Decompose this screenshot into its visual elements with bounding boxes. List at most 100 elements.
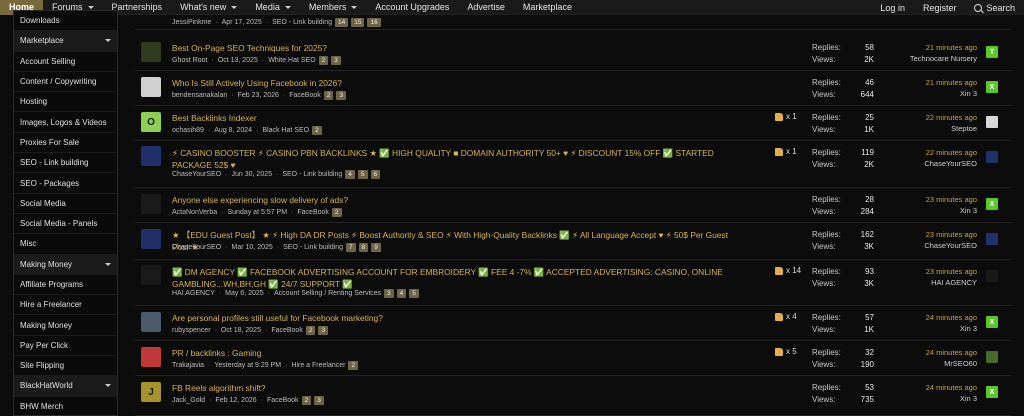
thread-title[interactable]: Are personal profiles still useful for F… <box>172 312 742 324</box>
chevron-down-icon[interactable] <box>105 384 111 388</box>
thread-title[interactable]: Best On-Page SEO Techniques for 2025? <box>172 42 742 54</box>
sidebar-item[interactable]: Social Media <box>14 194 117 214</box>
thread-date[interactable]: Jun 30, 2025 <box>232 171 272 178</box>
sidebar-category-header[interactable]: BlackHatWorld <box>14 376 117 397</box>
thread-forum[interactable]: FaceBook <box>289 92 321 99</box>
sidebar-item[interactable]: SEO - Link building <box>14 153 117 174</box>
page-link[interactable]: 3 <box>331 56 341 65</box>
last-post-user[interactable]: ChaseYourSEO <box>875 240 977 251</box>
thread-title[interactable]: Who Is Still Actively Using Facebook in … <box>172 77 742 89</box>
page-link[interactable]: 16 <box>367 18 381 27</box>
sidebar-item[interactable]: Pay Per Click <box>14 336 117 357</box>
last-post-user[interactable]: Technocare Nursery <box>875 53 977 64</box>
avatar[interactable]: J <box>141 382 161 402</box>
last-poster-avatar[interactable]: X <box>986 81 998 93</box>
thread-title[interactable]: ✅ DM AGENCY ✅ FACEBOOK ADVERTISING ACCOU… <box>172 266 742 290</box>
page-link[interactable]: 14 <box>335 18 349 27</box>
thread-forum[interactable]: Black Hat SEO <box>262 127 309 134</box>
thread-author[interactable]: rubyspencer <box>172 327 211 334</box>
thread-row[interactable]: J FB Reels algorithm shift? Jack_Gold · … <box>135 376 1011 416</box>
thread-date[interactable]: Oct 13, 2025 <box>218 57 258 64</box>
page-link[interactable]: 3 <box>318 326 329 335</box>
thread-author[interactable]: ChaseYourSEO <box>172 171 221 178</box>
avatar[interactable]: O <box>141 112 161 132</box>
avatar[interactable] <box>141 265 161 285</box>
sidebar-item[interactable]: Proxies For Sale <box>14 133 117 154</box>
thread-row[interactable]: ★ 【EDU Guest Post】 ★ ⚡ High DA DR Posts … <box>135 223 1011 260</box>
last-post-time[interactable]: 24 minutes ago <box>875 382 977 393</box>
last-post-user[interactable]: HAI AGENCY <box>875 277 977 288</box>
page-link[interactable]: 8 <box>358 243 369 252</box>
avatar[interactable] <box>141 194 161 214</box>
thread-date[interactable]: Sunday at 5:57 PM <box>228 209 288 216</box>
thread-author[interactable]: Ghost Root <box>172 57 207 64</box>
last-poster-avatar[interactable]: X <box>986 198 998 210</box>
sidebar-item[interactable]: Downloads <box>14 11 117 32</box>
thread-author[interactable]: ActaNonVerba <box>172 209 217 216</box>
thread-date[interactable]: Aug 8, 2024 <box>214 127 252 134</box>
thread-title[interactable]: ⚡ CASINO BOOSTER ⚡ CASINO PBN BACKLINKS … <box>172 147 742 171</box>
thread-author[interactable]: JessiPinkme <box>172 19 211 26</box>
thread-date[interactable]: Yesterday at 9:29 PM <box>214 362 281 369</box>
thread-date[interactable]: Apr 17, 2025 <box>222 19 262 26</box>
thread-forum[interactable]: SEO - Link building <box>283 244 343 251</box>
last-post-time[interactable]: 21 minutes ago <box>875 42 977 53</box>
page-link[interactable]: 5 <box>409 289 419 298</box>
thread-row[interactable]: Who Is Still Actively Using Facebook in … <box>135 71 1011 106</box>
page-link[interactable]: 15 <box>351 18 365 27</box>
last-post-user[interactable]: MrSEO60 <box>875 358 977 369</box>
chevron-down-icon[interactable] <box>87 5 94 9</box>
last-post-time[interactable]: 22 minutes ago <box>875 112 977 123</box>
page-link[interactable]: 2 <box>305 326 316 335</box>
last-post-user[interactable]: Steptoe <box>875 123 977 134</box>
page-link[interactable]: 4 <box>396 289 407 298</box>
thread-row[interactable]: O Best Backlinks Indexer ochasih89 · Aug… <box>135 106 1011 141</box>
sidebar-item[interactable]: Making Money <box>14 315 117 336</box>
sidebar-category-header[interactable]: Making Money <box>14 254 117 275</box>
page-link[interactable]: 2 <box>348 361 359 370</box>
thread-forum[interactable]: Hire a Freelancer <box>291 362 345 369</box>
thread-author[interactable]: ochasih89 <box>172 127 204 134</box>
sidebar-item[interactable]: Social Media - Panels <box>14 214 117 235</box>
thread-title[interactable]: FB Reels algorithm shift? <box>172 382 742 394</box>
thread-author[interactable]: Trakajavia <box>172 362 204 369</box>
sidebar-item[interactable]: Misc <box>14 234 117 255</box>
thread-title[interactable]: Best Backlinks Indexer <box>172 112 742 124</box>
sidebar-item[interactable]: Images, Logos & Videos <box>14 112 117 133</box>
last-poster-avatar[interactable] <box>986 270 998 282</box>
avatar[interactable] <box>141 347 161 367</box>
thread-row[interactable]: Anyone else experiencing slow delivery o… <box>135 188 1011 223</box>
last-post-time[interactable]: 24 minutes ago <box>875 312 977 323</box>
sidebar-category-header[interactable]: Marketplace <box>14 31 117 52</box>
last-poster-avatar[interactable]: T <box>986 46 998 58</box>
page-link[interactable]: 6 <box>370 170 381 179</box>
thread-date[interactable]: Feb 12, 2026 <box>215 397 256 404</box>
sidebar-item[interactable]: Site Flipping <box>14 356 117 377</box>
last-poster-avatar[interactable] <box>986 116 998 128</box>
thread-row-partial[interactable]: JessiPinkme · Apr 17, 2025 · SEO - Link … <box>135 12 1011 30</box>
thread-row[interactable]: ⚡ CASINO BOOSTER ⚡ CASINO PBN BACKLINKS … <box>135 141 1011 188</box>
page-link[interactable]: 3 <box>336 91 347 100</box>
sidebar-item[interactable]: Content / Copywriting <box>14 72 117 93</box>
last-post-time[interactable]: 23 minutes ago <box>875 266 977 277</box>
thread-forum[interactable]: FaceBook <box>297 209 329 216</box>
thread-forum[interactable]: White Hat SEO <box>268 57 315 64</box>
thread-date[interactable]: May 6, 2025 <box>225 290 264 297</box>
last-poster-avatar[interactable] <box>986 233 998 245</box>
last-post-user[interactable]: Xin 3 <box>875 393 977 404</box>
chevron-down-icon[interactable] <box>105 39 111 43</box>
thread-forum[interactable]: FaceBook <box>267 397 299 404</box>
page-link[interactable]: 5 <box>357 170 368 179</box>
thread-date[interactable]: Oct 18, 2025 <box>221 327 261 334</box>
sidebar-item[interactable]: Hire a Freelancer <box>14 295 117 316</box>
last-post-user[interactable]: Xin 3 <box>875 323 977 334</box>
last-post-time[interactable]: 23 minutes ago <box>875 229 977 240</box>
thread-author[interactable]: Jack_Gold <box>172 397 205 404</box>
thread-title[interactable]: PR / backlinks : Gaming <box>172 347 742 359</box>
avatar[interactable] <box>141 146 161 166</box>
last-post-time[interactable]: 24 minutes ago <box>875 347 977 358</box>
last-post-user[interactable]: ChaseYourSEO <box>875 158 977 169</box>
page-link[interactable]: 2 <box>323 91 334 100</box>
thread-author[interactable]: HAI AGENCY <box>172 290 215 297</box>
sidebar-item[interactable]: BHW Merch <box>14 397 117 415</box>
